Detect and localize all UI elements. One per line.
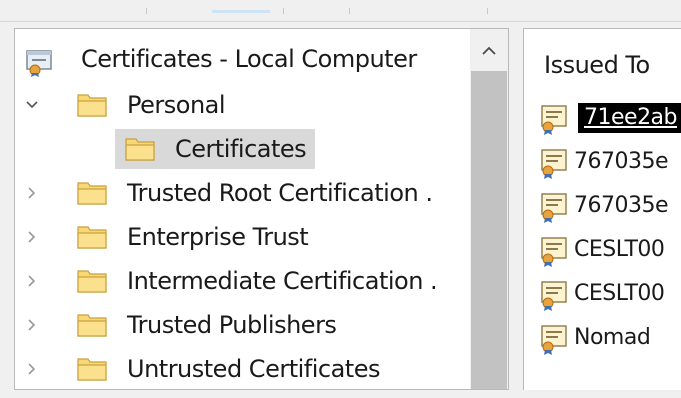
redacted-value: 71ee2ab: [578, 103, 681, 133]
list-item[interactable]: CESLT00: [538, 273, 681, 313]
tree-item-trusted-root[interactable]: Trusted Root Certification .: [15, 171, 470, 215]
scroll-up-arrow-icon[interactable]: [480, 43, 498, 57]
folder-open-icon: [125, 138, 155, 161]
list-item[interactable]: 767035e: [538, 185, 681, 225]
folder-icon: [77, 358, 107, 381]
certificate-list[interactable]: Issued To 71ee2ab 767035e 767035e CESLT0…: [523, 28, 681, 390]
tree-item-certificates[interactable]: Certificates: [15, 127, 470, 171]
toolbar-separator: [487, 8, 488, 14]
chevron-right-icon[interactable]: [25, 318, 39, 332]
tree-item-label: Intermediate Certification .: [127, 267, 438, 295]
tree-item-label: Personal: [127, 91, 226, 119]
certificate-icon: [541, 281, 567, 311]
tree-item-label: Trusted Publishers: [127, 311, 337, 339]
chevron-right-icon[interactable]: [25, 230, 39, 244]
column-header-label: Issued To: [544, 51, 650, 79]
list-item-label: 767035e: [574, 193, 669, 218]
list-item[interactable]: CESLT00: [538, 229, 681, 269]
toolbar-separator: [349, 8, 350, 14]
toolbar-highlight: [212, 10, 270, 13]
tree-item-enterprise-trust[interactable]: Enterprise Trust: [15, 215, 470, 259]
toolbar-separator: [146, 8, 147, 14]
chevron-right-icon[interactable]: [25, 362, 39, 376]
list-item[interactable]: 71ee2ab: [538, 97, 681, 137]
folder-icon: [77, 94, 107, 117]
certificate-icon: [541, 325, 567, 355]
vertical-scrollbar[interactable]: [470, 29, 508, 389]
tree-item-label: Enterprise Trust: [127, 223, 309, 251]
column-header-issued-to[interactable]: Issued To: [524, 29, 681, 85]
certificate-icon: [541, 193, 567, 223]
tree-item-label: Trusted Root Certification .: [127, 179, 433, 207]
console-tree[interactable]: Certificates - Local Computer Personal C…: [14, 28, 509, 390]
certificates-snapin-icon: [26, 50, 52, 77]
certificate-icon: [541, 105, 567, 135]
list-item-label: CESLT00: [574, 281, 665, 306]
list-item-label: CESLT00: [574, 237, 665, 262]
folder-icon: [77, 182, 107, 205]
tree-item-label: Untrusted Certificates: [127, 355, 380, 383]
list-item[interactable]: 767035e: [538, 141, 681, 181]
list-item[interactable]: Nomad: [538, 317, 681, 357]
folder-icon: [77, 314, 107, 337]
chevron-down-icon[interactable]: [25, 98, 39, 112]
tree-item-personal[interactable]: Personal: [15, 83, 470, 127]
toolbar-separator: [283, 8, 284, 14]
tree-item-untrusted[interactable]: Untrusted Certificates: [15, 347, 470, 389]
certificate-icon: [541, 149, 567, 179]
chevron-right-icon[interactable]: [25, 186, 39, 200]
folder-icon: [77, 226, 107, 249]
tree-item-trusted-publishers[interactable]: Trusted Publishers: [15, 303, 470, 347]
certificate-icon: [541, 237, 567, 267]
scrollbar-thumb[interactable]: [471, 71, 507, 389]
folder-icon: [77, 270, 107, 293]
list-item-label: 767035e: [574, 149, 669, 174]
tree-item-label: Certificates: [175, 135, 307, 163]
tree-root[interactable]: Certificates - Local Computer: [15, 39, 470, 83]
tree-item-intermediate[interactable]: Intermediate Certification .: [15, 259, 470, 303]
toolbar: [0, 0, 681, 22]
tree-root-label: Certificates - Local Computer: [81, 45, 417, 73]
chevron-right-icon[interactable]: [25, 274, 39, 288]
list-item-label: Nomad: [574, 325, 651, 350]
list-item-label: 71ee2ab: [584, 105, 678, 130]
